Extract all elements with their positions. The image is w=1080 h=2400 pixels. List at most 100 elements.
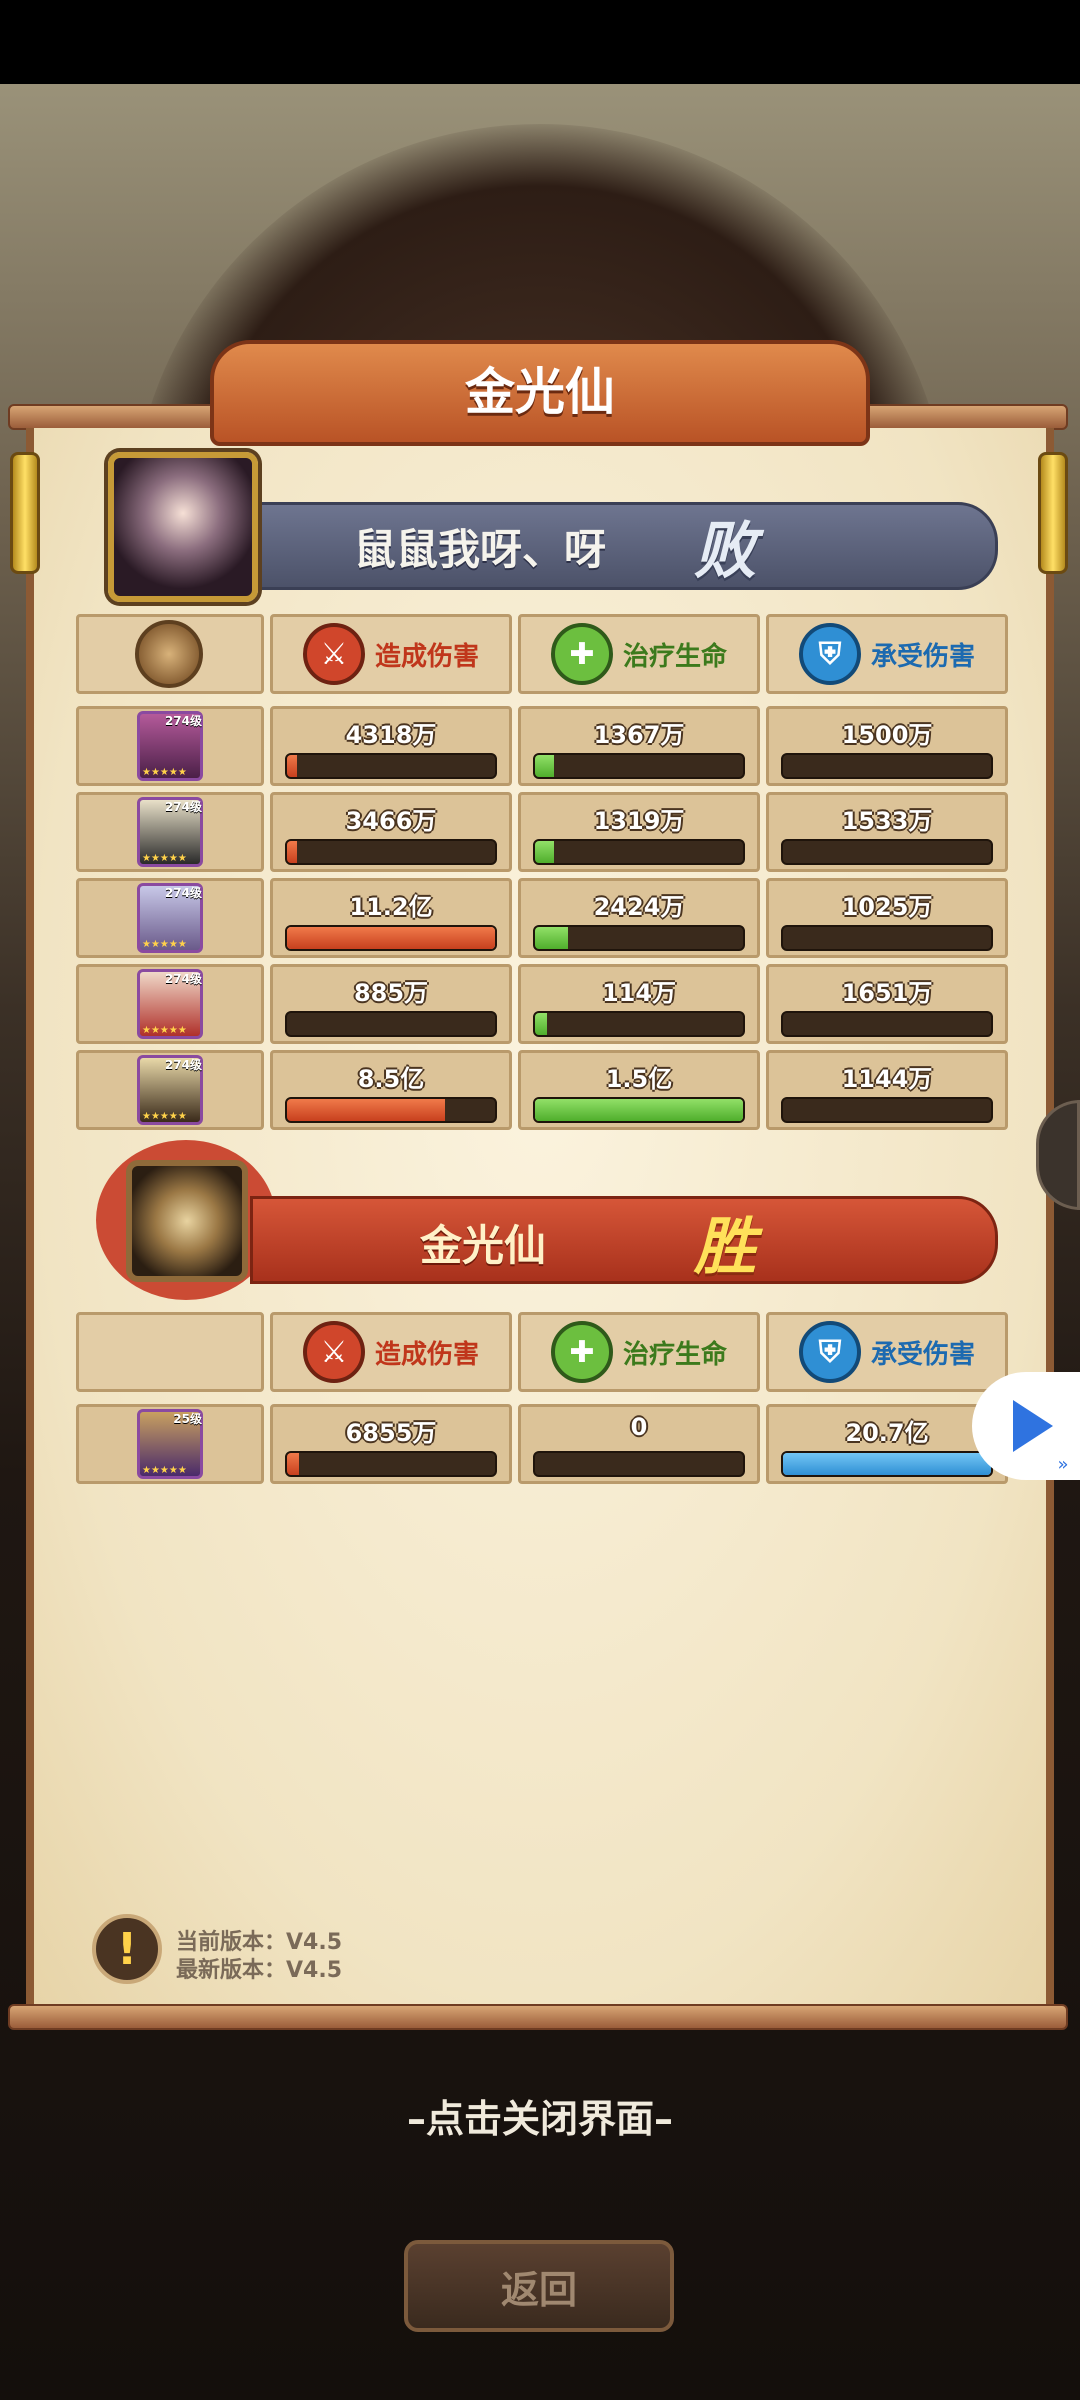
win-row-taken-value: 20.7亿 [845,1419,929,1447]
win-row-damage-bar [285,1451,497,1477]
lose-row-hero-cell: 274级 ★★★★★ [76,878,264,958]
star-rating-icon: ★★★★★ [142,1111,187,1122]
star-rating-icon: ★★★★★ [142,1465,187,1476]
lose-row-taken-value: 1144万 [841,1065,933,1093]
scroll-bottom-rod [8,2004,1068,2030]
losing-team-name: 鼠鼠我呀、呀 [354,525,607,574]
play-icon [1013,1400,1053,1452]
sword-icon: ⚔ [302,1321,365,1383]
table-corner-cell-2 [76,1312,264,1392]
lose-row-heal-value: 1367万 [593,721,685,749]
win-row-damage-cell: 6855万 [270,1404,512,1484]
lose-row-hero-cell: 274级 ★★★★★ [76,792,264,872]
lose-row-hero-level: 274级 [164,1058,202,1072]
header-damage-label: 造成伤害 [374,641,479,672]
lose-row-damage-bar [285,839,497,865]
win-row-hero-avatar[interactable]: 25级 ★★★★★ [137,1409,203,1479]
lose-row-damage-value: 8.5亿 [357,1065,425,1093]
star-rating-icon: ★★★★★ [142,853,187,864]
lose-row-hero-level: 274级 [164,886,202,900]
lose-row-damage-value: 11.2亿 [349,893,433,921]
heart-plus-icon: ✚ [550,623,613,685]
lose-row-taken-value: 1025万 [841,893,933,921]
header-damage: ⚔ 造成伤害 [270,614,512,694]
lose-row-damage-cell: 3466万 [270,792,512,872]
lose-row-heal-bar [533,1097,745,1123]
lose-row-taken-value: 1533万 [841,807,933,835]
defeat-label: 败 [694,514,757,587]
lose-row-hero-cell: 274级 ★★★★★ [76,964,264,1044]
lose-row-heal-cell: 1319万 [518,792,760,872]
table-corner-cell [76,614,264,694]
header-damage-2: ⚔ 造成伤害 [270,1312,512,1392]
warning-icon: ! [92,1914,162,1984]
lose-row-taken-value: 1500万 [841,721,933,749]
lose-row-taken-cell: 1533万 [766,792,1008,872]
lose-row-taken-cell: 1025万 [766,878,1008,958]
header-heal: ✚ 治疗生命 [518,614,760,694]
lose-row-hero-avatar[interactable]: 274级 ★★★★★ [137,883,203,953]
lose-row-heal-value: 1319万 [593,807,685,835]
lose-row-heal-cell: 114万 [518,964,760,1044]
lose-row-taken-value: 1651万 [841,979,933,1007]
lose-row-damage-cell: 4318万 [270,706,512,786]
lose-row-hero-avatar[interactable]: 274级 ★★★★★ [137,1055,203,1125]
star-rating-icon: ★★★★★ [142,767,187,778]
lose-row-damage-bar [285,1097,497,1123]
lose-row-heal-cell: 1367万 [518,706,760,786]
win-row-heal-bar [533,1451,745,1477]
lose-row-damage-cell: 8.5亿 [270,1050,512,1130]
sword-icon: ⚔ [302,623,365,685]
lose-row-damage-fill [287,927,495,949]
losing-player-avatar[interactable] [108,452,258,602]
latest-version: 最新版本：V4.5 [176,1958,342,1983]
victory-label: 胜 [694,1210,757,1283]
win-row-hero-cell: 25级 ★★★★★ [76,1404,264,1484]
lose-row-damage-value: 4318万 [345,721,437,749]
fast-forward-icon[interactable]: » [1048,1452,1078,1476]
header-taken: ⛨ 承受伤害 [766,614,1008,694]
lose-row-hero-avatar[interactable]: 274级 ★★★★★ [137,711,203,781]
lose-row-taken-cell: 1144万 [766,1050,1008,1130]
shield-icon: ⛨ [798,623,861,685]
lose-row-heal-fill [535,841,554,863]
lose-row-taken-bar [781,1011,993,1037]
lose-row-heal-cell: 1.5亿 [518,1050,760,1130]
lantern-right-icon [1038,452,1068,574]
header-heal-2: ✚ 治疗生命 [518,1312,760,1392]
lose-row-heal-value: 1.5亿 [605,1065,673,1093]
lose-row-hero-avatar[interactable]: 274级 ★★★★★ [137,969,203,1039]
back-button[interactable]: 返回 [404,2240,674,2332]
lose-row-heal-fill [535,1099,743,1121]
lose-row-damage-cell: 885万 [270,964,512,1044]
header-heal-label: 治疗生命 [622,641,727,672]
status-bar [0,0,1080,84]
lose-row-taken-bar [781,753,993,779]
lose-row-damage-fill [287,841,297,863]
lantern-left-icon [10,452,40,574]
lose-row-damage-value: 885万 [353,979,429,1007]
lose-row-heal-fill [535,755,554,777]
lose-row-hero-cell: 274级 ★★★★★ [76,1050,264,1130]
lose-row-heal-bar [533,839,745,865]
win-row-damage-value: 6855万 [345,1419,437,1447]
shield-icon: ⛨ [798,1321,861,1383]
lose-row-damage-fill [287,1099,446,1121]
win-row-damage-fill [287,1453,300,1475]
lose-row-hero-avatar[interactable]: 274级 ★★★★★ [137,797,203,867]
lose-row-taken-cell: 1500万 [766,706,1008,786]
winning-player-avatar[interactable] [126,1160,248,1282]
lose-row-damage-bar [285,1011,497,1037]
close-hint[interactable]: –点击关闭界面– [0,2088,1080,2143]
lose-row-damage-value: 3466万 [345,807,437,835]
header-taken-label: 承受伤害 [870,641,975,672]
lose-row-heal-bar [533,1011,745,1037]
lose-row-taken-bar [781,925,993,951]
lose-row-damage-bar [285,753,497,779]
lose-row-taken-cell: 1651万 [766,964,1008,1044]
win-row-taken-fill [783,1453,991,1475]
enemy-boss-icon [135,620,203,688]
win-row-heal-cell: 0 [518,1404,760,1484]
header-heal-label-2: 治疗生命 [622,1339,727,1370]
winning-team-banner [250,1196,998,1284]
